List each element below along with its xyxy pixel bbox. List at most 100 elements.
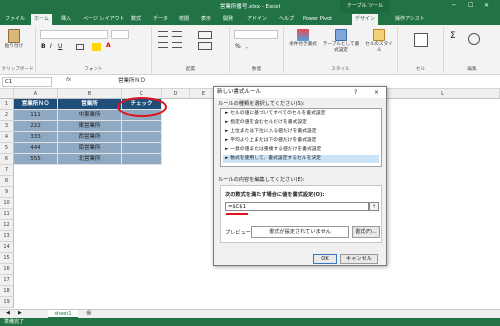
cell-styles-button[interactable]: セルのスタイル	[364, 29, 394, 53]
maximize-icon[interactable]: ☐	[468, 2, 473, 9]
align-top-icon[interactable]	[158, 31, 168, 37]
table-cell[interactable]	[122, 121, 162, 132]
format-button[interactable]: 書式(F)...	[352, 226, 380, 238]
rule-type-list[interactable]: ► セルの値に基づいてすべてのセルを書式設定 ► 指定の値を含むセルだけを書式設…	[220, 108, 382, 167]
border-icon[interactable]	[76, 44, 84, 50]
table-cell[interactable]: 555	[14, 154, 58, 165]
formula-input[interactable]: 営業所ＮＯ	[118, 77, 146, 86]
table-cell[interactable]: 南営業所	[58, 143, 122, 154]
comma-icon[interactable]: ,	[246, 43, 248, 50]
row-header[interactable]: 14	[0, 242, 14, 253]
find-icon[interactable]	[468, 33, 480, 45]
paste-button[interactable]: 貼り付け	[3, 29, 25, 49]
table-cell[interactable]: 111	[14, 110, 58, 121]
table-cell[interactable]: 東営業所	[58, 121, 122, 132]
bold-icon[interactable]: B	[41, 43, 46, 50]
row-header[interactable]: 4	[0, 132, 14, 143]
row-header[interactable]: 15	[0, 253, 14, 264]
table-cell[interactable]: 333	[14, 132, 58, 143]
ok-button[interactable]: OK	[313, 254, 337, 264]
table-cell[interactable]	[122, 132, 162, 143]
row-header[interactable]: 1	[0, 99, 14, 110]
row-header[interactable]: 12	[0, 220, 14, 231]
align-left-icon[interactable]	[158, 42, 168, 48]
row-header[interactable]: 2	[0, 110, 14, 121]
cancel-button[interactable]: キャンセル	[340, 254, 378, 264]
help-icon[interactable]: ?	[354, 87, 357, 98]
italic-icon[interactable]: I	[50, 43, 52, 50]
align-center-icon[interactable]	[172, 42, 182, 48]
next-sheet-icon[interactable]: ▶	[18, 310, 22, 316]
table-header-cell[interactable]: 営業所ＮＯ	[14, 99, 58, 110]
tab-page-layout[interactable]: ページ レイアウト	[80, 14, 128, 25]
table-cell[interactable]: 西営業所	[58, 132, 122, 143]
tab-addins[interactable]: アドイン	[244, 14, 270, 25]
close-icon[interactable]: ✕	[484, 2, 489, 9]
rule-type-item[interactable]: ► 平均より上または下の値だけを書式設定	[223, 137, 379, 145]
dialog-close-icon[interactable]: ×	[374, 87, 379, 98]
table-cell[interactable]	[122, 154, 162, 165]
row-header[interactable]: 11	[0, 209, 14, 220]
number-format-select[interactable]	[234, 30, 278, 39]
table-cell[interactable]: 中東業所	[58, 110, 122, 121]
cells-icon[interactable]	[414, 33, 428, 47]
font-name-select[interactable]	[40, 30, 108, 39]
row-header[interactable]: 17	[0, 275, 14, 286]
tab-view[interactable]: 表示	[198, 14, 214, 25]
tab-formulas[interactable]: 数式	[128, 14, 144, 25]
rule-type-item-selected[interactable]: ► 数式を使用して、書式設定するセルを決定	[223, 155, 379, 163]
tab-design[interactable]: デザイン	[352, 14, 379, 25]
row-header[interactable]: 13	[0, 231, 14, 242]
prev-sheet-icon[interactable]: ◀	[6, 310, 10, 316]
column-header[interactable]: B	[58, 89, 122, 99]
tab-review[interactable]: 校閲	[176, 14, 192, 25]
minimize-icon[interactable]: ─	[452, 2, 456, 9]
table-cell[interactable]: 444	[14, 143, 58, 154]
column-header[interactable]: L	[386, 89, 500, 99]
row-header[interactable]: 8	[0, 176, 14, 187]
row-header[interactable]: 6	[0, 154, 14, 165]
rule-type-item[interactable]: ► 指定の値を含むセルだけを書式設定	[223, 119, 379, 127]
row-header[interactable]: 18	[0, 286, 14, 297]
row-header[interactable]: 3	[0, 121, 14, 132]
font-color-icon[interactable]: A	[106, 42, 111, 49]
tab-insert[interactable]: 挿入	[58, 14, 74, 25]
format-as-table-button[interactable]: テーブルとして書式設定	[322, 29, 360, 53]
row-header[interactable]: 9	[0, 187, 14, 198]
add-sheet-icon[interactable]: ⊕	[86, 309, 92, 317]
row-header[interactable]: 10	[0, 198, 14, 209]
font-size-select[interactable]	[111, 30, 129, 39]
table-cell[interactable]: 222	[14, 121, 58, 132]
row-header[interactable]: 5	[0, 143, 14, 154]
percent-icon[interactable]: %	[235, 43, 241, 50]
column-header[interactable]: A	[14, 89, 58, 99]
fill-color-icon[interactable]	[92, 43, 101, 51]
select-all-corner[interactable]	[0, 89, 14, 99]
tab-data[interactable]: データ	[150, 14, 171, 25]
tab-home[interactable]: ホーム	[31, 14, 52, 25]
fx-icon[interactable]: fx	[66, 77, 71, 83]
wrap-text-icon[interactable]	[198, 31, 212, 39]
name-box[interactable]: C1	[2, 77, 52, 87]
autosum-icon[interactable]: Σ	[450, 31, 456, 41]
tab-help[interactable]: ヘルプ	[276, 14, 297, 25]
search-hint[interactable]: 操作アシスト	[392, 14, 428, 25]
underline-icon[interactable]: U	[58, 43, 62, 50]
align-middle-icon[interactable]	[172, 31, 182, 37]
column-header[interactable]: D	[162, 89, 190, 99]
range-select-icon[interactable]: ⇡	[369, 202, 379, 211]
rule-type-item[interactable]: ► 一意の値または重複する値だけを書式設定	[223, 146, 379, 154]
merge-icon[interactable]	[198, 42, 212, 50]
tab-developer[interactable]: 開発	[220, 14, 236, 25]
rule-formula-input[interactable]: =$C$1	[225, 202, 369, 211]
tab-power-pivot[interactable]: Power Pivot	[300, 14, 335, 25]
table-cell[interactable]: 北営業所	[58, 154, 122, 165]
conditional-format-button[interactable]: 条件付き書式	[288, 29, 318, 47]
row-header[interactable]: 16	[0, 264, 14, 275]
table-cell[interactable]	[122, 143, 162, 154]
row-header[interactable]: 19	[0, 297, 14, 308]
rule-type-item[interactable]: ► セルの値に基づいてすべてのセルを書式設定	[223, 110, 379, 118]
row-header[interactable]: 7	[0, 165, 14, 176]
tab-file[interactable]: ファイル	[2, 14, 28, 25]
rule-type-item[interactable]: ► 上位または下位に入る値だけを書式設定	[223, 128, 379, 136]
